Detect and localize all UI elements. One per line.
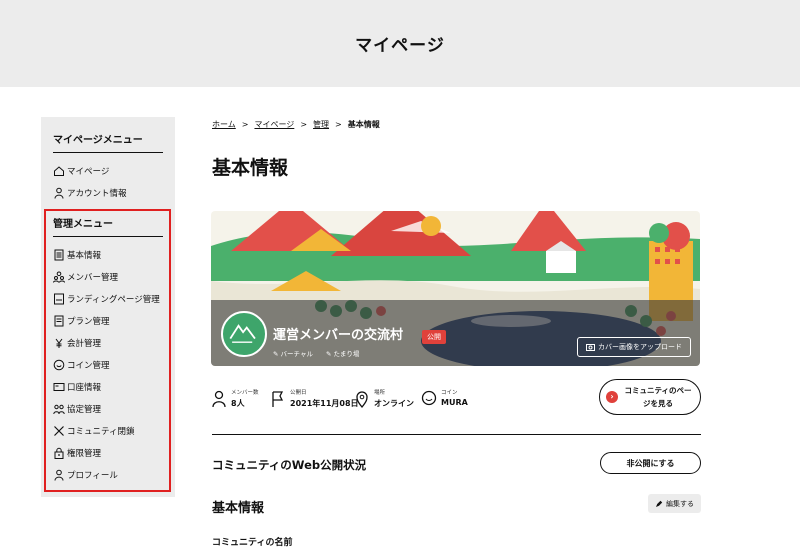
sidebar-item-basic-info[interactable]: 基本情報: [53, 246, 101, 264]
sidebar-item-accounting[interactable]: 会計管理: [53, 334, 101, 352]
stat-coin: コイン MURA: [421, 388, 468, 407]
pencil-icon: [656, 500, 663, 507]
sidebar-item-label: マイページ: [67, 167, 110, 177]
breadcrumb-separator: >: [335, 120, 342, 129]
breadcrumb-manage[interactable]: 管理: [313, 119, 329, 130]
sidebar-item-label: 協定管理: [67, 405, 102, 415]
tag-label: バーチャル: [280, 350, 313, 358]
stat-value: オンライン: [374, 399, 414, 408]
home-icon: [54, 166, 64, 176]
close-icon: [54, 426, 64, 436]
tag-label: たまり場: [333, 350, 360, 358]
sidebar-item-profile[interactable]: プロフィール: [53, 466, 118, 484]
sidebar-item-label: コミュニティ閉鎖: [67, 427, 135, 437]
flag-icon: [272, 390, 284, 407]
stat-value: 8人: [231, 399, 245, 408]
sidebar-item-label: 口座情報: [67, 383, 102, 393]
stat-label: メンバー数: [231, 390, 259, 396]
page-title: 基本情報: [212, 157, 289, 179]
location-pin-icon: [356, 390, 368, 408]
sidebar-item-label: 権限管理: [67, 449, 102, 459]
page-icon: [54, 293, 64, 305]
camera-icon: [586, 344, 595, 351]
sidebar-item-agreement[interactable]: 協定管理: [53, 400, 101, 418]
stat-value: 2021年11月08日: [290, 399, 359, 408]
tag-virtual: ✎ バーチャル: [273, 348, 313, 358]
community-name: 運営メンバーの交流村: [273, 328, 404, 343]
lock-icon: [54, 447, 64, 459]
sidebar-item-landing-page[interactable]: ランディングページ管理: [53, 290, 160, 308]
sidebar-item-label: 会計管理: [67, 339, 102, 349]
stat-label: コイン: [441, 390, 458, 396]
view-community-page-button[interactable]: › コミュニティのペー ジを見る: [599, 379, 701, 415]
breadcrumb: ホーム > マイページ > 管理 > 基本情報: [212, 119, 380, 130]
admin-menu-title: 管理メニュー: [53, 215, 163, 237]
sidebar-item-close-community[interactable]: コミュニティ閉鎖: [53, 422, 135, 440]
stat-place: 場所 オンライン: [354, 388, 414, 409]
sidebar-item-plan[interactable]: プラン管理: [53, 312, 110, 330]
sidebar-item-bank-account[interactable]: 口座情報: [53, 378, 101, 396]
sidebar-item-label: 基本情報: [67, 251, 102, 261]
sidebar-item-coin[interactable]: コイン管理: [53, 356, 110, 374]
sidebar-item-members[interactable]: メンバー管理: [53, 268, 118, 286]
person-icon: [54, 187, 64, 199]
breadcrumb-separator: >: [300, 120, 308, 129]
sidebar-item-label: ランディングページ管理: [67, 295, 160, 305]
sidebar-item-label: プロフィール: [67, 471, 118, 481]
sidebar-item-mypage[interactable]: マイページ: [53, 162, 109, 180]
sidebar-item-permissions[interactable]: 権限管理: [53, 444, 101, 462]
stat-published: 公開日 2021年11月08日: [270, 388, 359, 409]
upload-cover-label: カバー画像をアップロード: [598, 343, 682, 351]
stat-label: 場所: [374, 390, 386, 396]
sidebar-item-label: コイン管理: [67, 361, 110, 371]
community-cover: 運営メンバーの交流村 公開 ✎ バーチャル ✎ たまり場 カバー画像をアップロー…: [211, 211, 700, 366]
status-badge: 公開: [422, 330, 446, 344]
edit-button-label: 編集する: [666, 499, 694, 508]
sidebar: マイページメニュー マイページ アカウント情報 管理メニュー 基本情報 メンバー…: [41, 117, 175, 497]
web-status-label: コミュニティのWeb公開状況: [212, 458, 367, 472]
coin-icon: [421, 390, 437, 405]
card-icon: [53, 383, 65, 391]
person-icon: [54, 469, 64, 481]
coin-icon: [53, 359, 65, 371]
stat-members: メンバー数 8人: [211, 388, 259, 409]
breadcrumb-separator: >: [241, 120, 249, 129]
mountain-logo-icon: [225, 315, 259, 349]
breadcrumb-current: 基本情報: [347, 120, 380, 129]
section-divider: [212, 434, 701, 435]
members-icon: [53, 271, 65, 283]
sidebar-item-account[interactable]: アカウント情報: [53, 184, 127, 202]
yen-icon: [55, 338, 63, 348]
stat-value: MURA: [441, 398, 468, 407]
edit-button[interactable]: 編集する: [648, 494, 701, 513]
agreement-icon: [53, 404, 65, 415]
view-community-label: コミュニティのペー ジを見る: [624, 386, 692, 408]
basic-info-heading: 基本情報: [212, 501, 265, 516]
stat-label: 公開日: [290, 390, 307, 396]
make-private-button[interactable]: 非公開にする: [600, 452, 701, 474]
breadcrumb-home[interactable]: ホーム: [212, 119, 236, 130]
sidebar-item-label: メンバー管理: [67, 273, 119, 283]
page-header-title: マイページ: [355, 36, 445, 56]
arrow-right-icon: ›: [606, 391, 618, 403]
sidebar-item-label: アカウント情報: [67, 189, 127, 199]
page-header: マイページ: [0, 0, 800, 87]
tag-hangout: ✎ たまり場: [326, 348, 359, 358]
sidebar-item-label: プラン管理: [67, 317, 110, 327]
tag-icon: ✎: [326, 350, 334, 358]
breadcrumb-mypage[interactable]: マイページ: [254, 119, 294, 130]
document-icon: [54, 249, 64, 261]
upload-cover-button[interactable]: カバー画像をアップロード: [577, 337, 691, 357]
person-icon: [212, 390, 226, 407]
mypage-menu-title: マイページメニュー: [53, 131, 163, 153]
list-icon: [54, 315, 64, 327]
tag-icon: ✎: [273, 350, 281, 358]
community-logo: [221, 311, 267, 357]
